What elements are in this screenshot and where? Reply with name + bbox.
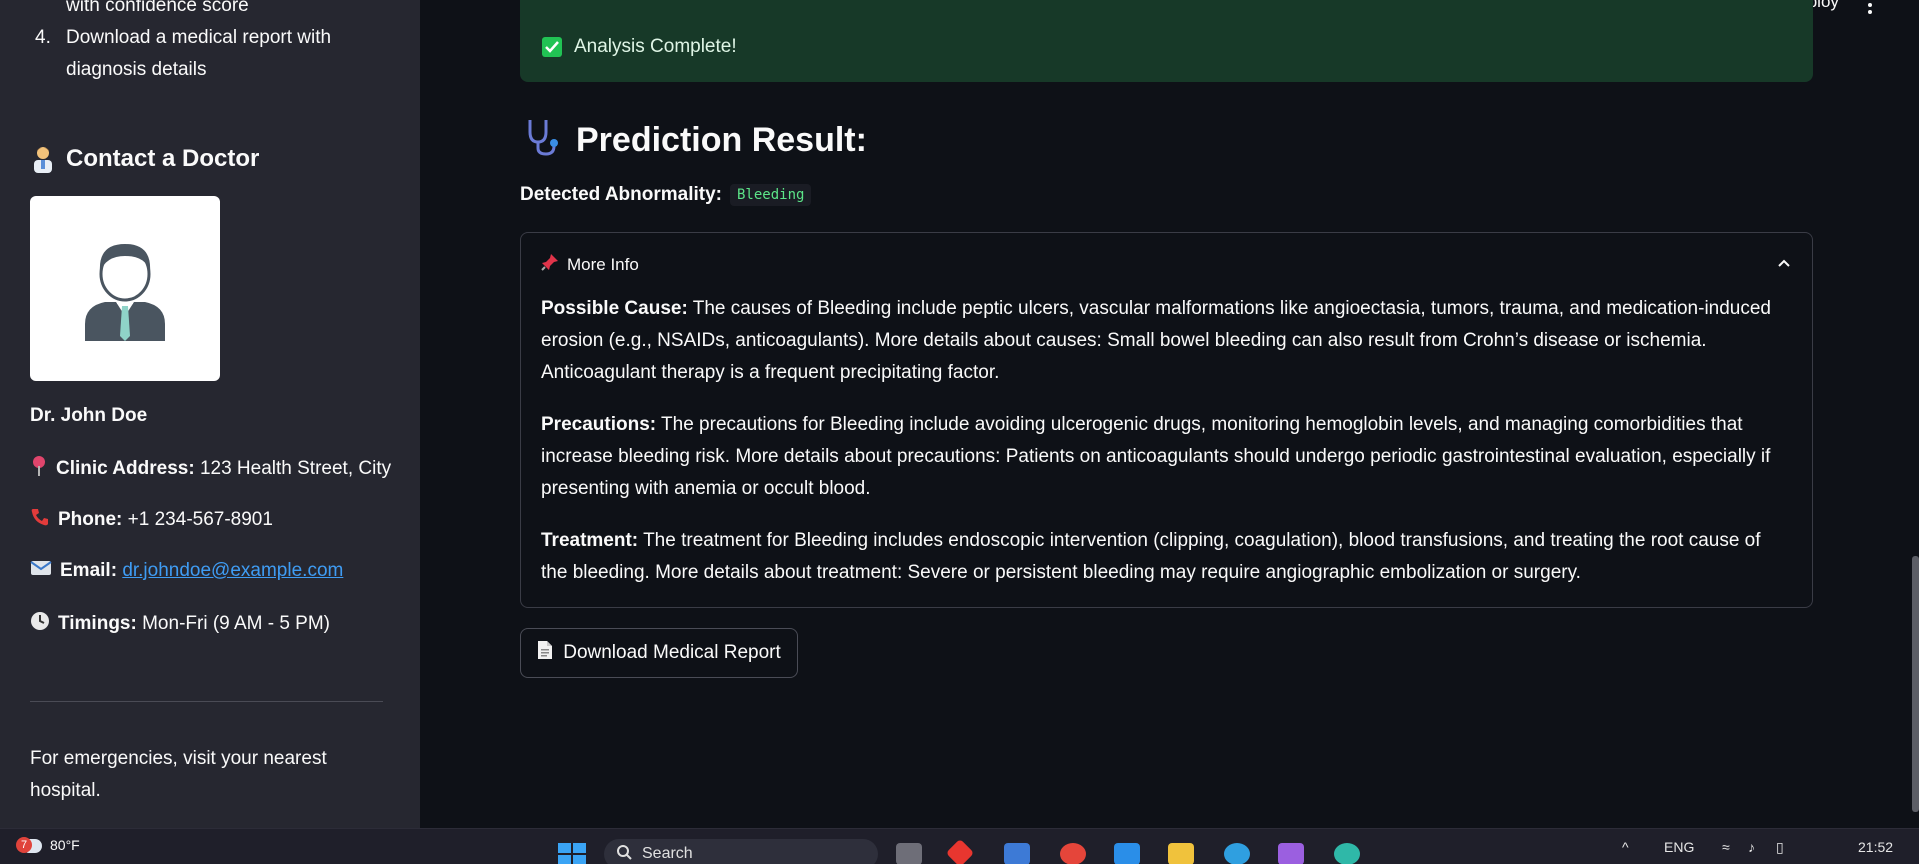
timings-row: Timings: Mon-Fri (9 AM - 5 PM): [30, 611, 330, 637]
vscode-icon[interactable]: [1114, 843, 1140, 864]
precautions-text: The precautions for Bleeding include avo…: [541, 414, 1771, 499]
envelope-icon: [30, 559, 52, 583]
phone-label: Phone:: [58, 509, 123, 530]
chevron-up-icon[interactable]: [1778, 257, 1790, 269]
success-alert: Analysis Complete!: [520, 0, 1813, 82]
main-scrollbar[interactable]: [1912, 556, 1919, 812]
list-item: with confidence score: [30, 0, 390, 22]
main-menu-icon[interactable]: [1868, 0, 1874, 17]
email-row: Email: dr.johndoe@example.com: [30, 559, 343, 583]
list-item: 4. Download a medical report with diagno…: [30, 22, 390, 86]
doctor-avatar: [30, 196, 220, 381]
list-item-number: 4.: [35, 27, 51, 48]
cause-text: The causes of Bleeding include peptic ul…: [541, 298, 1771, 383]
email-label: Email:: [60, 560, 118, 581]
abnormality-value: Bleeding: [730, 184, 812, 206]
windows-taskbar: 80°F 7 Search ^ ENG ≈ ♪ ▯ 21:52: [0, 828, 1919, 864]
instructions-list: with confidence score 4. Download a medi…: [30, 0, 390, 86]
check-icon: [542, 37, 562, 57]
treatment-label: Treatment:: [541, 530, 639, 551]
doctor-avatar-icon: [85, 244, 165, 341]
phone-icon: [30, 507, 50, 533]
phone-row: Phone: +1 234-567-8901: [30, 507, 273, 533]
pushpin-icon: [541, 253, 559, 276]
chevron-up-icon[interactable]: ^: [1622, 839, 1629, 855]
clinic-address-row: Clinic Address: 123 Health Street, City: [30, 455, 391, 483]
copilot-icon[interactable]: [1278, 843, 1304, 864]
download-report-button[interactable]: Download Medical Report: [520, 628, 798, 678]
app-icon[interactable]: [1224, 843, 1250, 864]
email-link[interactable]: dr.johndoe@example.com: [122, 560, 343, 581]
list-item-number: [30, 0, 66, 22]
address-value: 123 Health Street, City: [199, 458, 392, 479]
precautions-label: Precautions:: [541, 414, 657, 435]
emergency-note: For emergencies, visit your nearest hosp…: [30, 748, 327, 801]
timings-label: Timings:: [58, 613, 137, 634]
expander-body: Possible Cause: The causes of Bleeding i…: [541, 293, 1791, 609]
phone-value: +1 234-567-8901: [127, 509, 273, 530]
list-item-text: Download a medical report with diagnosis…: [66, 27, 332, 80]
temperature: 80°F: [50, 837, 80, 853]
start-button-icon[interactable]: [558, 843, 586, 864]
pin-icon: [30, 455, 48, 483]
doctor-emoji-icon: [30, 145, 56, 173]
battery-icon[interactable]: ▯: [1776, 839, 1784, 856]
address-label: Clinic Address:: [56, 458, 195, 479]
sidebar-divider: [30, 701, 383, 702]
page-title: Prediction Result:: [522, 116, 867, 165]
treatment-paragraph: Treatment: The treatment for Bleeding in…: [541, 525, 1791, 589]
taskbar-search[interactable]: Search: [604, 839, 878, 864]
possible-cause-paragraph: Possible Cause: The causes of Bleeding i…: [541, 293, 1791, 389]
sidebar: with confidence score 4. Download a medi…: [0, 0, 420, 828]
app-icon[interactable]: [945, 838, 975, 864]
download-label: Download Medical Report: [563, 642, 781, 663]
contact-heading: Contact a Doctor: [30, 145, 259, 173]
timings-value: Mon-Fri (9 AM - 5 PM): [142, 613, 331, 634]
detected-abnormality: Detected Abnormality: Bleeding: [520, 184, 812, 206]
search-icon: [616, 844, 632, 864]
clock-icon: [30, 611, 50, 637]
clock-time[interactable]: 21:52: [1858, 839, 1893, 855]
cause-label: Possible Cause:: [541, 298, 688, 319]
search-placeholder: Search: [642, 845, 693, 862]
page-title-text: Prediction Result:: [576, 121, 867, 159]
weather-badge: 7: [16, 837, 32, 853]
stethoscope-icon: [522, 116, 562, 165]
more-info-expander: More Info Possible Cause: The causes of …: [520, 232, 1813, 608]
success-text: Analysis Complete!: [574, 36, 737, 57]
chrome-icon[interactable]: [1060, 843, 1086, 864]
edge-icon[interactable]: [1334, 843, 1360, 864]
doctor-name: Dr. John Doe: [30, 405, 148, 426]
contact-heading-text: Contact a Doctor: [66, 145, 260, 172]
expander-header[interactable]: More Info: [541, 253, 639, 276]
file-explorer-icon[interactable]: [1168, 843, 1194, 864]
document-icon: [537, 640, 553, 666]
task-view-icon[interactable]: [896, 843, 922, 864]
volume-icon[interactable]: ♪: [1748, 839, 1755, 855]
list-item-text: with confidence score: [66, 0, 249, 16]
expander-title: More Info: [567, 254, 639, 274]
treatment-text: The treatment for Bleeding includes endo…: [541, 530, 1761, 583]
wifi-icon[interactable]: ≈: [1722, 839, 1730, 855]
precautions-paragraph: Precautions: The precautions for Bleedin…: [541, 409, 1791, 505]
abnormality-label: Detected Abnormality:: [520, 184, 722, 205]
language-indicator[interactable]: ENG: [1664, 839, 1694, 855]
store-icon[interactable]: [1004, 843, 1030, 864]
